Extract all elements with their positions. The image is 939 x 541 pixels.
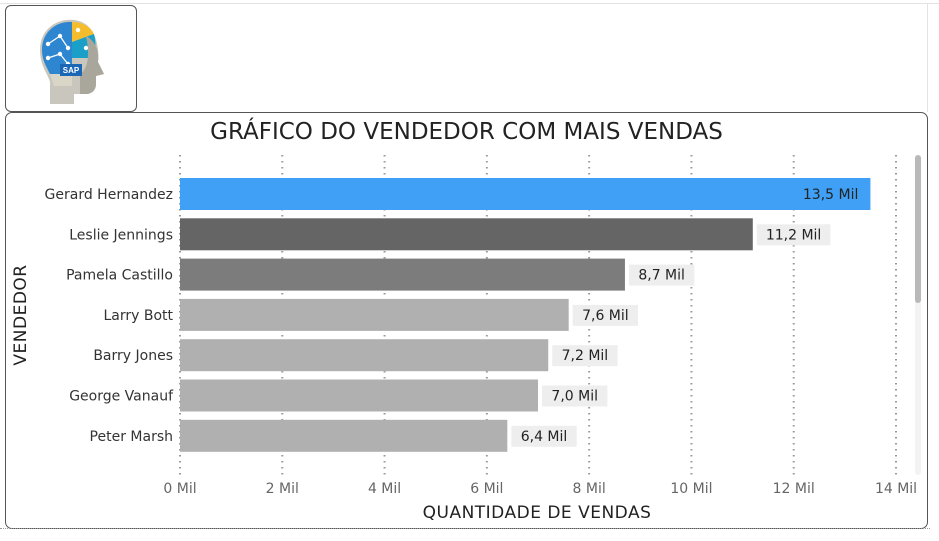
data-label: 11,2 Mil: [766, 227, 821, 243]
data-label: 7,0 Mil: [551, 389, 598, 405]
bar: [180, 258, 625, 291]
data-label: 6,4 Mil: [521, 429, 568, 445]
bar: [180, 298, 569, 331]
x-tick-label: 4 Mil: [368, 481, 401, 497]
category-label: George Vanauf: [69, 389, 174, 405]
category-label: Larry Bott: [103, 308, 173, 324]
data-label: 8,7 Mil: [638, 268, 685, 284]
category-label: Barry Jones: [93, 348, 173, 364]
bar: [180, 339, 549, 372]
x-tick-label: 8 Mil: [573, 481, 606, 497]
data-label: 7,6 Mil: [582, 308, 629, 324]
bar: [180, 379, 538, 412]
bar-chart-plot: 0 Mil 2 Mil 4 Mil 6 Mil 8 Mil 10 Mil 12 Mil 14 …: [45, 155, 917, 497]
x-tick-label: 12 Mil: [773, 481, 815, 497]
bar: [180, 218, 753, 251]
x-tick-label: 14 Mil: [875, 481, 917, 497]
x-tick-label: 10 Mil: [670, 481, 712, 497]
bar: [180, 178, 871, 210]
bottom-dotted-border: [0, 528, 930, 529]
scrollbar-thumb[interactable]: [915, 155, 921, 303]
category-label: Gerard Hernandez: [45, 187, 173, 203]
category-label: Leslie Jennings: [69, 227, 173, 243]
x-tick-label: 0 Mil: [163, 481, 196, 497]
category-label: Peter Marsh: [90, 429, 173, 445]
data-label: 13,5 Mil: [803, 187, 858, 203]
bar: [180, 419, 508, 452]
x-tick-label: 2 Mil: [266, 481, 299, 497]
x-tick-label: 6 Mil: [470, 481, 503, 497]
category-label: Pamela Castillo: [66, 268, 173, 284]
data-label: 7,2 Mil: [562, 348, 609, 364]
